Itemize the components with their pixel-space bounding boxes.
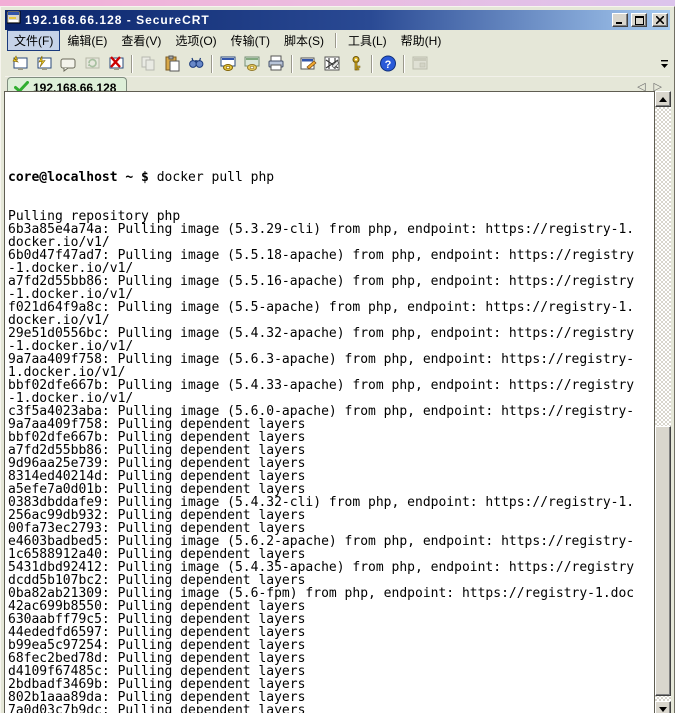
menu-separator (335, 33, 337, 48)
scrollbar-down-icon[interactable] (655, 701, 671, 713)
terminal-output: Pulling repository php6b3a85e4a74a: Pull… (8, 210, 654, 713)
toolbar-separator (371, 55, 373, 73)
minimize-button[interactable] (612, 13, 628, 27)
log-session-icon[interactable] (216, 53, 240, 75)
client-area: core@localhost ~ $ docker pull php Pulli… (4, 91, 671, 713)
scrollbar-up-icon[interactable] (655, 91, 671, 107)
keymap-icon[interactable] (344, 53, 368, 75)
paste-icon[interactable] (160, 53, 184, 75)
copy-icon[interactable] (136, 53, 160, 75)
reconnect-icon[interactable] (80, 53, 104, 75)
disconnect-icon[interactable] (104, 53, 128, 75)
app-window-icon[interactable] (408, 53, 432, 75)
app-icon (7, 11, 22, 30)
menu-file[interactable]: 文件(F) (7, 30, 60, 51)
session-options-icon[interactable] (296, 53, 320, 75)
titlebar: 192.168.66.128 - SecureCRT (5, 10, 670, 30)
quick-connect-icon[interactable] (32, 53, 56, 75)
menu-edit[interactable]: 编辑(E) (60, 30, 114, 51)
menu-tools[interactable]: 工具(L) (341, 30, 394, 51)
toolbar-separator (291, 55, 293, 73)
menu-help[interactable]: 帮助(H) (394, 30, 449, 51)
vertical-scrollbar[interactable] (654, 91, 671, 713)
terminal-prompt: core@localhost ~ $ (8, 170, 157, 185)
help-icon[interactable]: ? (376, 53, 400, 75)
print-icon[interactable] (264, 53, 288, 75)
raw-log-icon[interactable] (240, 53, 264, 75)
menu-bar: 文件(F) 编辑(E) 查看(V) 选项(O) 传输(T) 脚本(S) 工具(L… (5, 30, 670, 51)
menu-options[interactable]: 选项(O) (168, 30, 223, 51)
svg-text:?: ? (385, 59, 392, 71)
menu-script[interactable]: 脚本(S) (277, 30, 331, 51)
maximize-button[interactable] (631, 13, 647, 27)
toolbar-separator (211, 55, 213, 73)
new-session-icon[interactable] (8, 53, 32, 75)
global-options-icon[interactable] (320, 53, 344, 75)
window-title: 192.168.66.128 - SecureCRT (25, 10, 609, 30)
scrollbar-thumb[interactable] (655, 426, 671, 696)
terminal-line: 7a0d03c7b9dc: Pulling dependent layers (8, 704, 654, 713)
connect-tab-icon[interactable] (56, 53, 80, 75)
terminal-command: docker pull php (157, 170, 274, 185)
menu-view[interactable]: 查看(V) (114, 30, 168, 51)
terminal-screen[interactable]: core@localhost ~ $ docker pull php Pulli… (4, 91, 654, 713)
toolbar-separator (131, 55, 133, 73)
close-button[interactable] (652, 13, 668, 27)
toolbar-overflow-icon[interactable] (660, 57, 669, 75)
terminal-prompt-line: core@localhost ~ $ docker pull php (8, 171, 654, 184)
toolbar-separator (403, 55, 405, 73)
find-icon[interactable] (184, 53, 208, 75)
toolbar: ? (5, 51, 670, 77)
menu-transfer[interactable]: 传输(T) (224, 30, 277, 51)
